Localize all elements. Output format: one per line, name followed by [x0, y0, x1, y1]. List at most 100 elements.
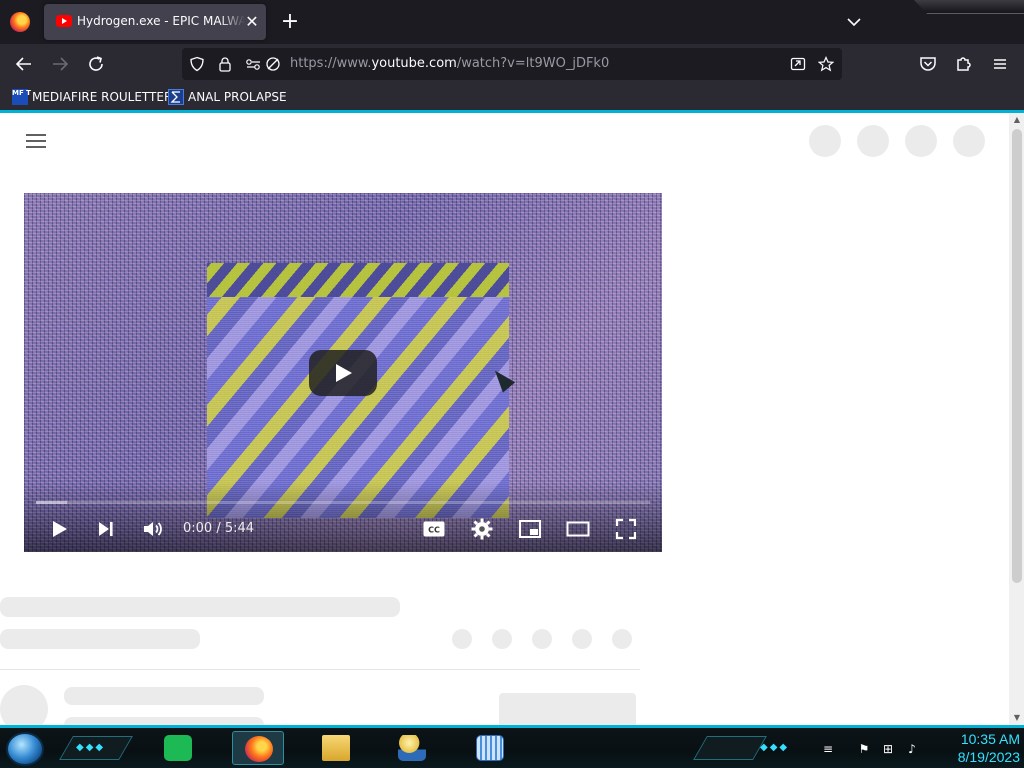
tab-bar: Hydrogen.exe - EPIC MALWARE ✕ +: [0, 0, 1024, 44]
video-progress-bar[interactable]: [36, 501, 650, 504]
video-player[interactable]: 0:00 / 5:44 CC: [24, 193, 662, 552]
clock-date: 8/19/2023: [957, 749, 1020, 765]
keyboard-icon: [476, 735, 504, 761]
list-all-tabs-button[interactable]: [842, 10, 866, 34]
taskbar-app-network[interactable]: [386, 731, 438, 765]
sheets-icon: [164, 735, 192, 761]
action-center-flag-icon[interactable]: ⚑: [856, 742, 872, 756]
fullscreen-icon: [615, 518, 637, 540]
show-hidden-icons-icon[interactable]: ≡: [820, 742, 836, 756]
fullscreen-button[interactable]: [614, 517, 638, 541]
network-tray-icon[interactable]: ⊞: [880, 742, 896, 756]
page-scrollbar[interactable]: ▲ ▼: [1009, 113, 1024, 725]
pocket-button[interactable]: [916, 52, 940, 76]
chevron-down-icon: [847, 18, 861, 27]
pocket-icon: [920, 57, 936, 71]
subtitles-button[interactable]: CC: [422, 517, 446, 541]
large-play-button[interactable]: [309, 350, 377, 396]
title-skeleton: [0, 597, 400, 617]
app-menu-button[interactable]: [988, 52, 1012, 76]
theater-mode-button[interactable]: [566, 517, 590, 541]
next-button[interactable]: [94, 517, 118, 541]
arrow-right-icon: [53, 57, 69, 71]
bookmarks-toolbar: MF T MEDIAFIRE ROULETTER ANAL PROLAPSE: [0, 84, 1024, 110]
mute-button[interactable]: [141, 517, 165, 541]
guide-menu-button[interactable]: [26, 133, 46, 149]
new-tab-button[interactable]: +: [278, 8, 302, 36]
taskbar-decoration: [693, 736, 767, 760]
firefox-menu-icon[interactable]: [10, 12, 30, 32]
gear-icon: [471, 518, 493, 540]
url-host: youtube.com: [371, 56, 457, 71]
system-clock[interactable]: 10:35 AM 8/19/2023: [934, 730, 1020, 766]
taskbar-dots-decoration: ◆◆◆: [760, 742, 790, 753]
header-placeholder-circle: [953, 125, 985, 157]
bookmark-star-icon[interactable]: [818, 56, 834, 72]
content-divider: [0, 669, 640, 670]
scroll-down-arrow-icon[interactable]: ▼: [1012, 713, 1022, 723]
volume-tray-icon[interactable]: ♪: [904, 742, 920, 756]
permissions-icon[interactable]: [245, 56, 261, 72]
hamburger-line: [26, 146, 46, 148]
header-placeholder-circle: [857, 125, 889, 157]
skip-next-icon: [99, 522, 113, 536]
play-button[interactable]: [47, 517, 71, 541]
play-icon: [53, 521, 67, 537]
folder-icon: [322, 735, 350, 761]
header-placeholder-circle: [905, 125, 937, 157]
youtube-page: 0:00 / 5:44 CC: [0, 113, 1009, 725]
picture-in-picture-icon[interactable]: [790, 56, 806, 72]
taskbar-app-file-explorer[interactable]: [310, 731, 362, 765]
extensions-button[interactable]: [952, 52, 976, 76]
hamburger-line: [26, 134, 46, 136]
owner-skeleton: [64, 687, 264, 705]
header-placeholder-circle: [809, 125, 841, 157]
progress-buffer: [36, 501, 67, 504]
autoplay-blocked-icon[interactable]: [265, 56, 281, 72]
action-skeleton-circle: [452, 629, 472, 649]
taskbar-app-sheets[interactable]: [152, 731, 204, 765]
avatar-skeleton: [0, 685, 48, 725]
youtube-favicon-icon: [56, 15, 72, 27]
clock-time: 10:35 AM: [960, 731, 1020, 747]
lock-icon[interactable]: [217, 56, 233, 72]
scroll-up-arrow-icon[interactable]: ▲: [1012, 115, 1022, 125]
miniplayer-icon: [519, 520, 541, 538]
arrow-left-icon: [15, 57, 31, 71]
taskbar-dots-decoration: ◆◆◆: [76, 742, 106, 753]
time-display: 0:00 / 5:44: [183, 521, 255, 536]
taskbar-app-keyboard[interactable]: [464, 731, 516, 765]
bookmark-mediafire[interactable]: MF T MEDIAFIRE ROULETTER: [12, 88, 172, 106]
puzzle-icon: [957, 57, 971, 71]
bookmark-anal-prolapse[interactable]: ANAL PROLAPSE: [168, 88, 287, 106]
url-text[interactable]: https://www.youtube.com/watch?v=lt9WO_jD…: [290, 56, 609, 71]
scrollbar-thumb[interactable]: [1012, 129, 1022, 583]
miniplayer-button[interactable]: [518, 517, 542, 541]
subs-skeleton: [64, 717, 264, 725]
hamburger-line: [26, 140, 46, 142]
forward-button[interactable]: [48, 52, 72, 76]
reload-button[interactable]: [84, 52, 108, 76]
navigation-toolbar: https://www.youtube.com/watch?v=lt9WO_jD…: [0, 44, 1024, 84]
bookmark-label: ANAL PROLAPSE: [188, 90, 287, 104]
volume-icon: [144, 522, 162, 536]
network-app-icon: [398, 735, 426, 761]
start-button[interactable]: [6, 732, 44, 766]
taskbar: ◆◆◆ ◆◆◆ ≡ ⚑ ⊞ ♪ 10:35 AM 8/19/2023: [0, 725, 1024, 768]
shield-icon[interactable]: [189, 56, 205, 72]
settings-button[interactable]: [470, 517, 494, 541]
hamburger-menu-icon: [994, 59, 1006, 69]
url-bar[interactable]: https://www.youtube.com/watch?v=lt9WO_jD…: [182, 48, 842, 80]
reload-icon: [89, 56, 103, 71]
theater-mode-icon: [566, 521, 590, 537]
action-skeleton-circle: [532, 629, 552, 649]
tab-youtube[interactable]: Hydrogen.exe - EPIC MALWARE ✕: [44, 4, 266, 40]
tab-title: Hydrogen.exe - EPIC MALWARE: [77, 14, 245, 28]
action-skeleton-circle: [492, 629, 512, 649]
mediafire-icon: MF T: [12, 89, 31, 105]
taskbar-app-firefox[interactable]: [232, 731, 284, 765]
url-path: /watch?v=lt9WO_jDFk0: [456, 56, 610, 71]
back-button[interactable]: [12, 52, 36, 76]
tab-close-button[interactable]: ✕: [242, 12, 262, 32]
window-corner-decoration: [914, 0, 1024, 14]
